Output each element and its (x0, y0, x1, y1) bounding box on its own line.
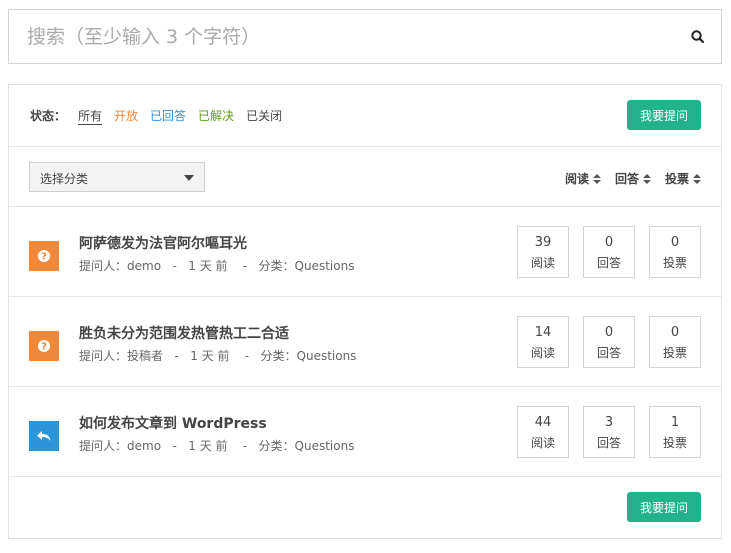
sort-by-views-label: 阅读 (564, 172, 589, 186)
answers-label: 回答 (596, 346, 621, 360)
reply-icon (29, 421, 59, 451)
question-row: 如何发布文章到 WordPress 提问人：demo - 1 天 前 - 分类：… (9, 387, 721, 477)
votes-label: 投票 (662, 436, 687, 450)
sort-by-views[interactable]: 阅读 (565, 170, 601, 187)
votes-number: 0 (670, 235, 680, 250)
question-title[interactable]: 阿萨德发为法官阿尔嘔耳光 (79, 233, 247, 253)
answers-count: 3 回答 (583, 406, 635, 458)
answers-number: 0 (604, 325, 614, 340)
views-count: 39 阅读 (517, 226, 569, 278)
question-title[interactable]: 胜负未分为范围发热管热工二合适 (79, 323, 289, 343)
chevron-down-icon (184, 175, 194, 181)
votes-label: 投票 (662, 346, 687, 360)
votes-count: 0 投票 (649, 316, 701, 368)
votes-count: 1 投票 (649, 406, 701, 458)
status-label: 状态： (30, 109, 67, 123)
filter-open[interactable]: 开放 (114, 107, 138, 125)
search-icon[interactable] (689, 28, 707, 46)
filter-closed[interactable]: 已关闭 (246, 107, 282, 125)
svg-text:?: ? (41, 342, 47, 353)
question-icon: ? (29, 241, 59, 271)
views-number: 39 (534, 235, 552, 250)
sort-icon (693, 173, 701, 184)
sort-icon (592, 173, 601, 184)
votes-number: 0 (670, 325, 680, 340)
sort-by-answers[interactable]: 回答 (615, 170, 651, 187)
status-bar: 状态： 所有 开放 已回答 已解决 已关闭 我要提问 (9, 85, 721, 147)
search-input[interactable] (9, 10, 669, 63)
votes-count: 0 投票 (649, 226, 701, 278)
sort-by-votes[interactable]: 投票 (665, 170, 701, 187)
answers-label: 回答 (596, 436, 621, 450)
views-number: 14 (534, 325, 552, 340)
sort-by-answers-label: 回答 (614, 172, 639, 186)
sort-links: 阅读 回答 投票 (565, 170, 701, 187)
question-title[interactable]: 如何发布文章到 WordPress (79, 413, 267, 433)
svg-text:?: ? (41, 252, 47, 263)
question-meta: 提问人：demo - 1 天 前 - 分类：Questions (79, 259, 355, 273)
answers-label: 回答 (596, 256, 621, 270)
views-count: 14 阅读 (517, 316, 569, 368)
status-filters: 所有 开放 已回答 已解决 已关闭 (78, 107, 282, 125)
sort-bar: 选择分类 阅读 回答 投票 (9, 147, 721, 207)
answers-count: 0 回答 (583, 316, 635, 368)
views-label: 阅读 (530, 346, 555, 360)
question-row: ? 胜负未分为范围发热管热工二合适 提问人：投稿者 - 1 天 前 - 分类：Q… (9, 297, 721, 387)
views-label: 阅读 (530, 436, 555, 450)
question-row: ? 阿萨德发为法官阿尔嘔耳光 提问人：demo - 1 天 前 - 分类：Que… (9, 207, 721, 297)
votes-number: 1 (670, 415, 680, 430)
questions-panel: 状态： 所有 开放 已回答 已解决 已关闭 我要提问 选择分类 阅读 回答 投票 (8, 84, 722, 539)
votes-label: 投票 (662, 256, 687, 270)
sort-by-votes-label: 投票 (664, 172, 689, 186)
answers-number: 0 (604, 235, 614, 250)
sort-icon (642, 173, 651, 184)
category-select-value: 选择分类 (40, 172, 89, 186)
search-box (8, 9, 722, 64)
filter-answered[interactable]: 已回答 (150, 107, 186, 125)
views-label: 阅读 (530, 256, 555, 270)
question-meta: 提问人：投稿者 - 1 天 前 - 分类：Questions (79, 349, 357, 363)
question-meta: 提问人：demo - 1 天 前 - 分类：Questions (79, 439, 355, 453)
ask-question-button-bottom[interactable]: 我要提问 (627, 492, 701, 522)
ask-question-button[interactable]: 我要提问 (627, 100, 701, 130)
category-select[interactable]: 选择分类 (29, 162, 205, 192)
filter-all[interactable]: 所有 (78, 107, 103, 125)
answers-count: 0 回答 (583, 226, 635, 278)
filter-solved[interactable]: 已解决 (198, 107, 234, 125)
views-count: 44 阅读 (517, 406, 569, 458)
views-number: 44 (534, 415, 552, 430)
question-icon: ? (29, 331, 59, 361)
answers-number: 3 (604, 415, 614, 430)
